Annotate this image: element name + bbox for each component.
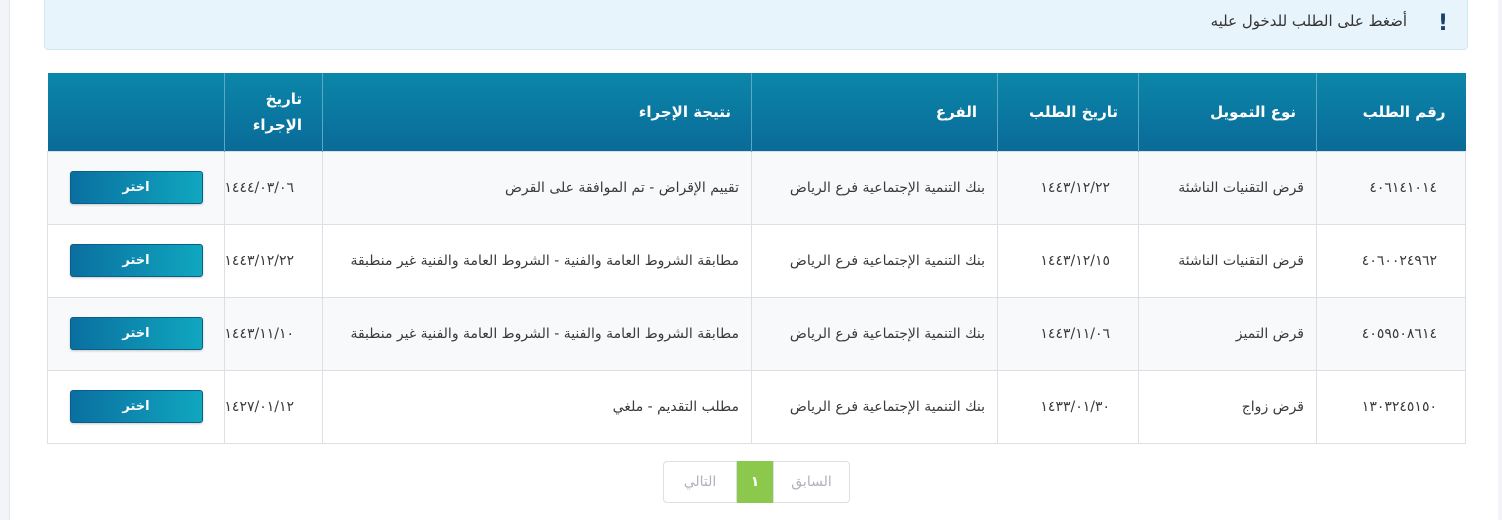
cell-procedure-result: مطابقة الشروط العامة والفنية - الشروط ال… bbox=[322, 223, 752, 298]
cell-branch: بنك التنمية الإجتماعية فرع الرياض bbox=[751, 369, 998, 444]
cell-procedure-date: ١٤٤٤/٠٣/٠٦ bbox=[224, 150, 323, 225]
cell-branch: بنك التنمية الإجتماعية فرع الرياض bbox=[751, 223, 998, 298]
cell-action: اختر bbox=[47, 369, 225, 444]
cell-procedure-result: مطلب التقديم - ملغي bbox=[322, 369, 752, 444]
cell-branch: بنك التنمية الإجتماعية فرع الرياض bbox=[751, 296, 998, 371]
pagination-current-page[interactable]: ١ bbox=[737, 461, 773, 503]
cell-procedure-result: مطابقة الشروط العامة والفنية - الشروط ال… bbox=[322, 296, 752, 371]
cell-action: اختر bbox=[47, 150, 225, 225]
table-header-row: رقم الطلب نوع التمويل تاريخ الطلب الفرع … bbox=[47, 73, 1466, 151]
table-row[interactable]: ١٣٠٣٢٤٥١٥٠ قرض زواج ١٤٣٣/٠١/٣٠ بنك التنم… bbox=[47, 369, 1466, 444]
right-scrollbar-track[interactable] bbox=[1498, 0, 1502, 520]
cell-finance-type: قرض التميز bbox=[1138, 296, 1317, 371]
cell-action: اختر bbox=[47, 296, 225, 371]
table-row[interactable]: ٤٠٦١٤١٠١٤ قرض التقنيات الناشئة ١٤٤٣/١٢/٢… bbox=[47, 150, 1466, 225]
left-page-edge bbox=[0, 0, 10, 520]
exclamation-icon: ! bbox=[1437, 11, 1449, 36]
pagination-next-button[interactable]: التالي bbox=[663, 461, 737, 503]
alert-message: أضغط على الطلب للدخول عليه bbox=[1210, 12, 1407, 30]
cell-request-number: ٤٠٥٩٥٠٨٦١٤ bbox=[1316, 296, 1466, 371]
header-finance-type: نوع التمويل bbox=[1138, 73, 1317, 151]
cell-request-date: ١٤٤٣/١٢/٢٢ bbox=[997, 150, 1139, 225]
header-action bbox=[47, 73, 225, 151]
cell-finance-type: قرض التقنيات الناشئة bbox=[1138, 150, 1317, 225]
cell-request-number: ١٣٠٣٢٤٥١٥٠ bbox=[1316, 369, 1466, 444]
cell-procedure-date: ١٤٤٣/١٢/٢٢ bbox=[224, 223, 323, 298]
cell-finance-type: قرض زواج bbox=[1138, 369, 1317, 444]
select-button[interactable]: اختر bbox=[69, 317, 203, 350]
cell-request-number: ٤٠٦٠٠٢٤٩٦٢ bbox=[1316, 223, 1466, 298]
select-button[interactable]: اختر bbox=[69, 390, 203, 423]
cell-request-date: ١٤٤٣/١١/٠٦ bbox=[997, 296, 1139, 371]
cell-branch: بنك التنمية الإجتماعية فرع الرياض bbox=[751, 150, 998, 225]
pagination-previous-button[interactable]: السابق bbox=[773, 461, 850, 503]
header-procedure-date: تاريخ الإجراء bbox=[224, 73, 323, 151]
header-request-number: رقم الطلب bbox=[1316, 73, 1466, 151]
cell-request-date: ١٤٣٣/٠١/٣٠ bbox=[997, 369, 1139, 444]
cell-finance-type: قرض التقنيات الناشئة bbox=[1138, 223, 1317, 298]
cell-action: اختر bbox=[47, 223, 225, 298]
header-procedure-result: نتيجة الإجراء bbox=[322, 73, 752, 151]
pagination: التالي ١ السابق bbox=[663, 461, 850, 503]
cell-procedure-date: ١٤٢٧/٠١/١٢ bbox=[224, 369, 323, 444]
select-button[interactable]: اختر bbox=[69, 244, 203, 277]
table-row[interactable]: ٤٠٦٠٠٢٤٩٦٢ قرض التقنيات الناشئة ١٤٤٣/١٢/… bbox=[47, 223, 1466, 298]
cell-procedure-date: ١٤٤٣/١١/١٠ bbox=[224, 296, 323, 371]
table-row[interactable]: ٤٠٥٩٥٠٨٦١٤ قرض التميز ١٤٤٣/١١/٠٦ بنك الت… bbox=[47, 296, 1466, 371]
cell-procedure-result: تقييم الإقراض - تم الموافقة على القرض bbox=[322, 150, 752, 225]
cell-request-number: ٤٠٦١٤١٠١٤ bbox=[1316, 150, 1466, 225]
select-button[interactable]: اختر bbox=[69, 171, 203, 204]
header-request-date: تاريخ الطلب bbox=[997, 73, 1139, 151]
cell-request-date: ١٤٤٣/١٢/١٥ bbox=[997, 223, 1139, 298]
info-alert: ! أضغط على الطلب للدخول عليه bbox=[44, 0, 1468, 50]
header-branch: الفرع bbox=[751, 73, 998, 151]
requests-table: رقم الطلب نوع التمويل تاريخ الطلب الفرع … bbox=[47, 73, 1466, 444]
